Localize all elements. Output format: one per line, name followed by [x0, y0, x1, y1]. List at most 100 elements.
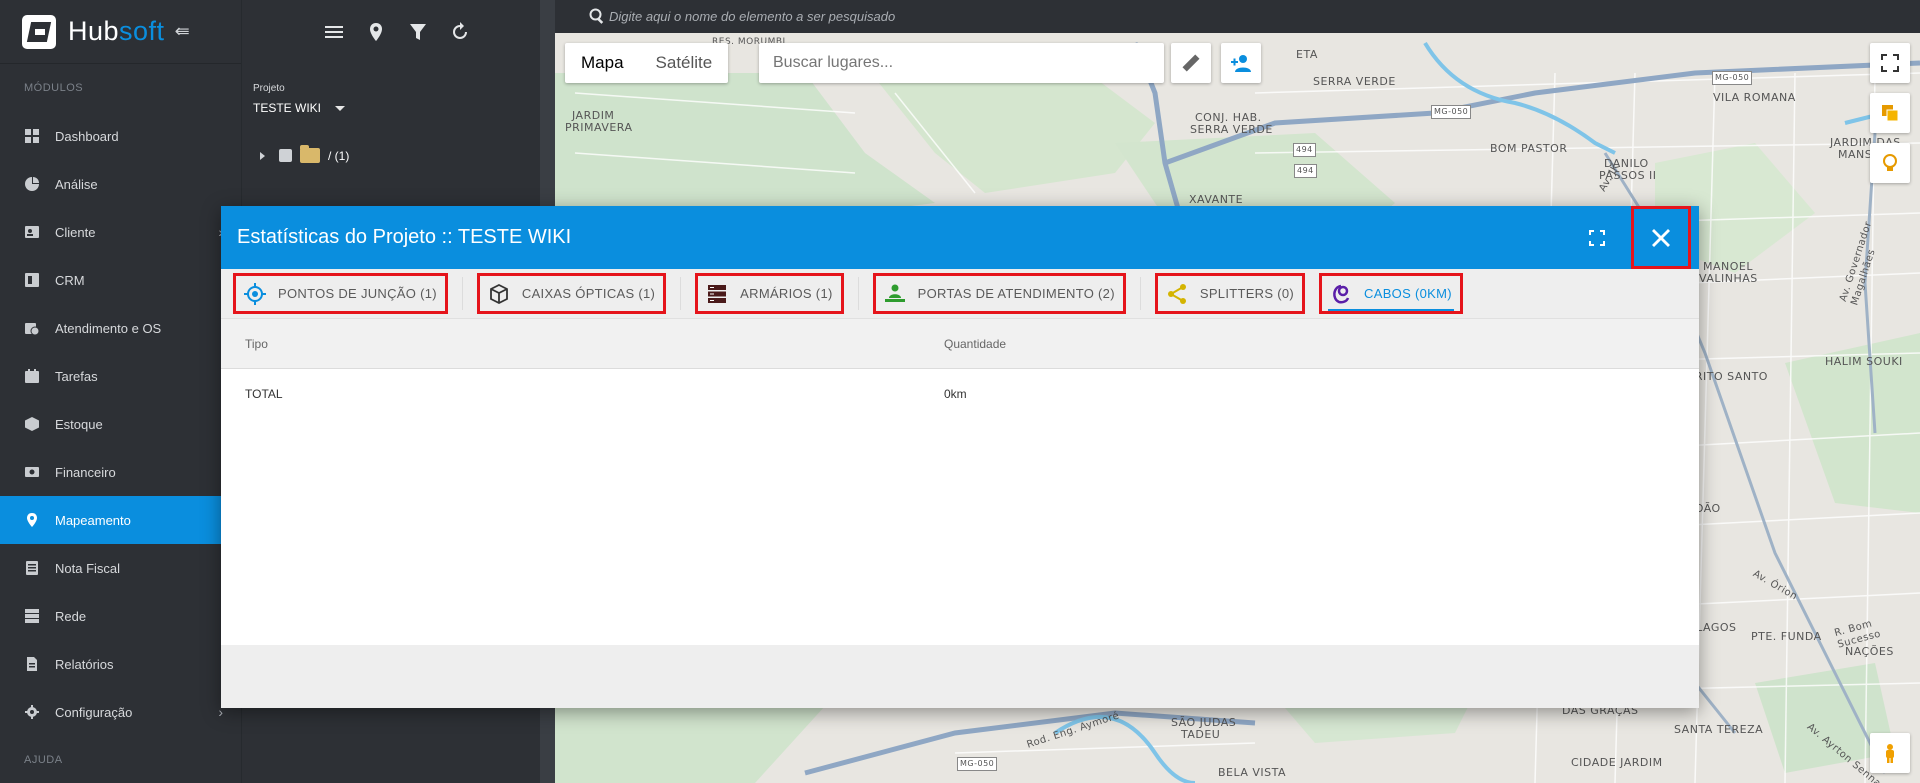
map-label: BOM PASTOR [1490, 142, 1568, 155]
map-pin-icon [25, 513, 39, 527]
sidebar-item-label: Financeiro [55, 464, 116, 480]
sidebar-item-label: Rede [55, 608, 87, 624]
brand-name: Hubsoft [68, 16, 165, 46]
caret-down-icon [335, 105, 346, 111]
sidebar-item-mapeamento[interactable]: Mapeamento [0, 496, 241, 544]
column-header-tipo[interactable]: Tipo [221, 337, 944, 351]
add-person-button[interactable] [1221, 43, 1261, 83]
statistics-tabs: PONTOS DE JUNÇÃO (1) CAIXAS ÓPTICAS (1) … [221, 269, 1699, 319]
task-calendar-icon [25, 369, 39, 383]
sidebar-item-nota-fiscal[interactable]: Nota Fiscal [0, 544, 241, 592]
sidebar-item-label: Configuração [55, 704, 133, 720]
pie-chart-icon [25, 177, 39, 191]
sidebar-item-cliente[interactable]: Cliente › [0, 208, 241, 256]
ruler-icon [1182, 54, 1200, 72]
close-modal-button[interactable] [1631, 206, 1691, 269]
tab-pontos-de-juncao[interactable]: PONTOS DE JUNÇÃO (1) [233, 273, 448, 314]
sidebar-item-configuracao[interactable]: Configuração › [0, 688, 241, 736]
modal-title: Estatísticas do Projeto :: TESTE WIKI [237, 226, 572, 248]
crm-icon [25, 273, 39, 287]
element-search-placeholder: Digite aqui o nome do elemento a ser pes… [609, 9, 896, 24]
table-body: TOTAL 0km [221, 369, 1699, 419]
cell-tipo: TOTAL [245, 387, 283, 401]
refresh-icon[interactable] [450, 22, 470, 42]
sidebar-item-crm[interactable]: CRM [0, 256, 241, 304]
help-section-label: AJUDA [24, 754, 63, 766]
map-label: PRIMAVERA [565, 121, 633, 134]
expand-arrow-icon[interactable] [260, 151, 265, 160]
sidebar-item-label: CRM [55, 272, 85, 288]
project-select[interactable]: TESTE WIKI [253, 101, 346, 115]
map-label: VALINHAS [1699, 272, 1758, 285]
element-search-input[interactable]: Digite aqui o nome do elemento a ser pes… [555, 0, 1920, 33]
logo-bar: Hubsoft ⇚ [0, 0, 241, 64]
tree-checkbox[interactable] [279, 149, 292, 162]
places-search-input[interactable]: Buscar lugares... [759, 43, 1164, 83]
cable-icon [1333, 284, 1350, 303]
sidebar-item-rede[interactable]: Rede [0, 592, 241, 640]
sidebar-item-label: Atendimento e OS [55, 320, 162, 336]
sidebar-item-label: Estoque [55, 416, 103, 432]
hubsoft-logo-icon[interactable] [22, 14, 56, 49]
menu-icon[interactable] [324, 22, 344, 42]
sidebar-item-relatorios[interactable]: Relatórios [0, 640, 241, 688]
contact-card-icon [25, 225, 39, 239]
share-icon [1167, 283, 1186, 304]
cube-icon [489, 283, 508, 304]
tab-cabos[interactable]: CABOS (0KM) [1319, 273, 1463, 314]
street-view-button[interactable] [1870, 733, 1910, 773]
sidebar-item-dashboard[interactable]: Dashboard [0, 112, 241, 160]
modal-header: Estatísticas do Projeto :: TESTE WIKI [221, 206, 1699, 269]
tab-portas-de-atendimento[interactable]: PORTAS DE ATENDIMENTO (2) [872, 273, 1126, 314]
person-desk-icon [884, 284, 905, 302]
map-label: SERRA VERDE [1190, 123, 1273, 136]
road-shield: 494 [1294, 164, 1317, 178]
tab-caixas-opticas[interactable]: CAIXAS ÓPTICAS (1) [476, 273, 667, 314]
map-label: CIDADE JARDIM [1571, 756, 1663, 769]
road-shield: MG-050 [957, 757, 998, 771]
map-label: XAVANTE [1189, 193, 1244, 206]
cell-quantidade: 0km [944, 387, 967, 401]
sidebar-item-tarefas[interactable]: Tarefas [0, 352, 241, 400]
tab-separator [1139, 277, 1141, 310]
gear-icon [25, 705, 39, 719]
sidebar-item-financeiro[interactable]: Financeiro [0, 448, 241, 496]
tab-label: PONTOS DE JUNÇÃO (1) [278, 286, 437, 301]
road-shield: MG-050 [1431, 105, 1472, 119]
dashboard-icon [25, 129, 39, 143]
tab-splitters[interactable]: SPLITTERS (0) [1154, 273, 1306, 314]
fullscreen-button[interactable] [1870, 43, 1910, 83]
sidebar-item-analise[interactable]: Análise [0, 160, 241, 208]
location-pin-icon[interactable] [366, 22, 386, 42]
folder-icon [300, 145, 320, 163]
sidebar-item-label: Análise [55, 176, 98, 192]
ruler-button[interactable] [1171, 43, 1211, 83]
document-icon [25, 561, 39, 575]
column-header-quantidade[interactable]: Quantidade [944, 337, 1006, 351]
collapse-sidebar-icon[interactable]: ⇚ [175, 21, 190, 42]
sidebar-item-estoque[interactable]: Estoque [0, 400, 241, 448]
lightbulb-button[interactable] [1870, 143, 1910, 183]
sidebar-item-label: Mapeamento [55, 512, 131, 528]
tab-armarios[interactable]: ARMÁRIOS (1) [695, 273, 844, 314]
sidebar-item-atendimento[interactable]: Atendimento e OS [0, 304, 241, 352]
map-type-map-button[interactable]: Mapa [565, 43, 640, 83]
road-shield: MG-050 [1712, 71, 1753, 85]
map-label: BELA VISTA [1218, 766, 1287, 779]
layers-icon [1882, 105, 1899, 122]
map-label: HALIM SOUKI [1825, 355, 1903, 368]
tree-root-row[interactable]: / (1) [260, 145, 349, 163]
expand-icon[interactable] [1587, 228, 1607, 248]
map-type-satellite-button[interactable]: Satélite [640, 43, 729, 83]
cabinet-icon [708, 284, 727, 303]
filter-icon[interactable] [408, 22, 428, 42]
sidebar-item-label: Dashboard [55, 128, 119, 144]
layers-button[interactable] [1870, 93, 1910, 133]
server-icon [25, 609, 39, 623]
tab-label: ARMÁRIOS (1) [740, 286, 833, 301]
fullscreen-icon [1881, 54, 1899, 72]
tab-label: CABOS (0KM) [1364, 286, 1452, 301]
money-icon [25, 465, 39, 479]
map-label: SANTA TEREZA [1674, 723, 1764, 736]
tab-label: SPLITTERS (0) [1199, 286, 1295, 301]
